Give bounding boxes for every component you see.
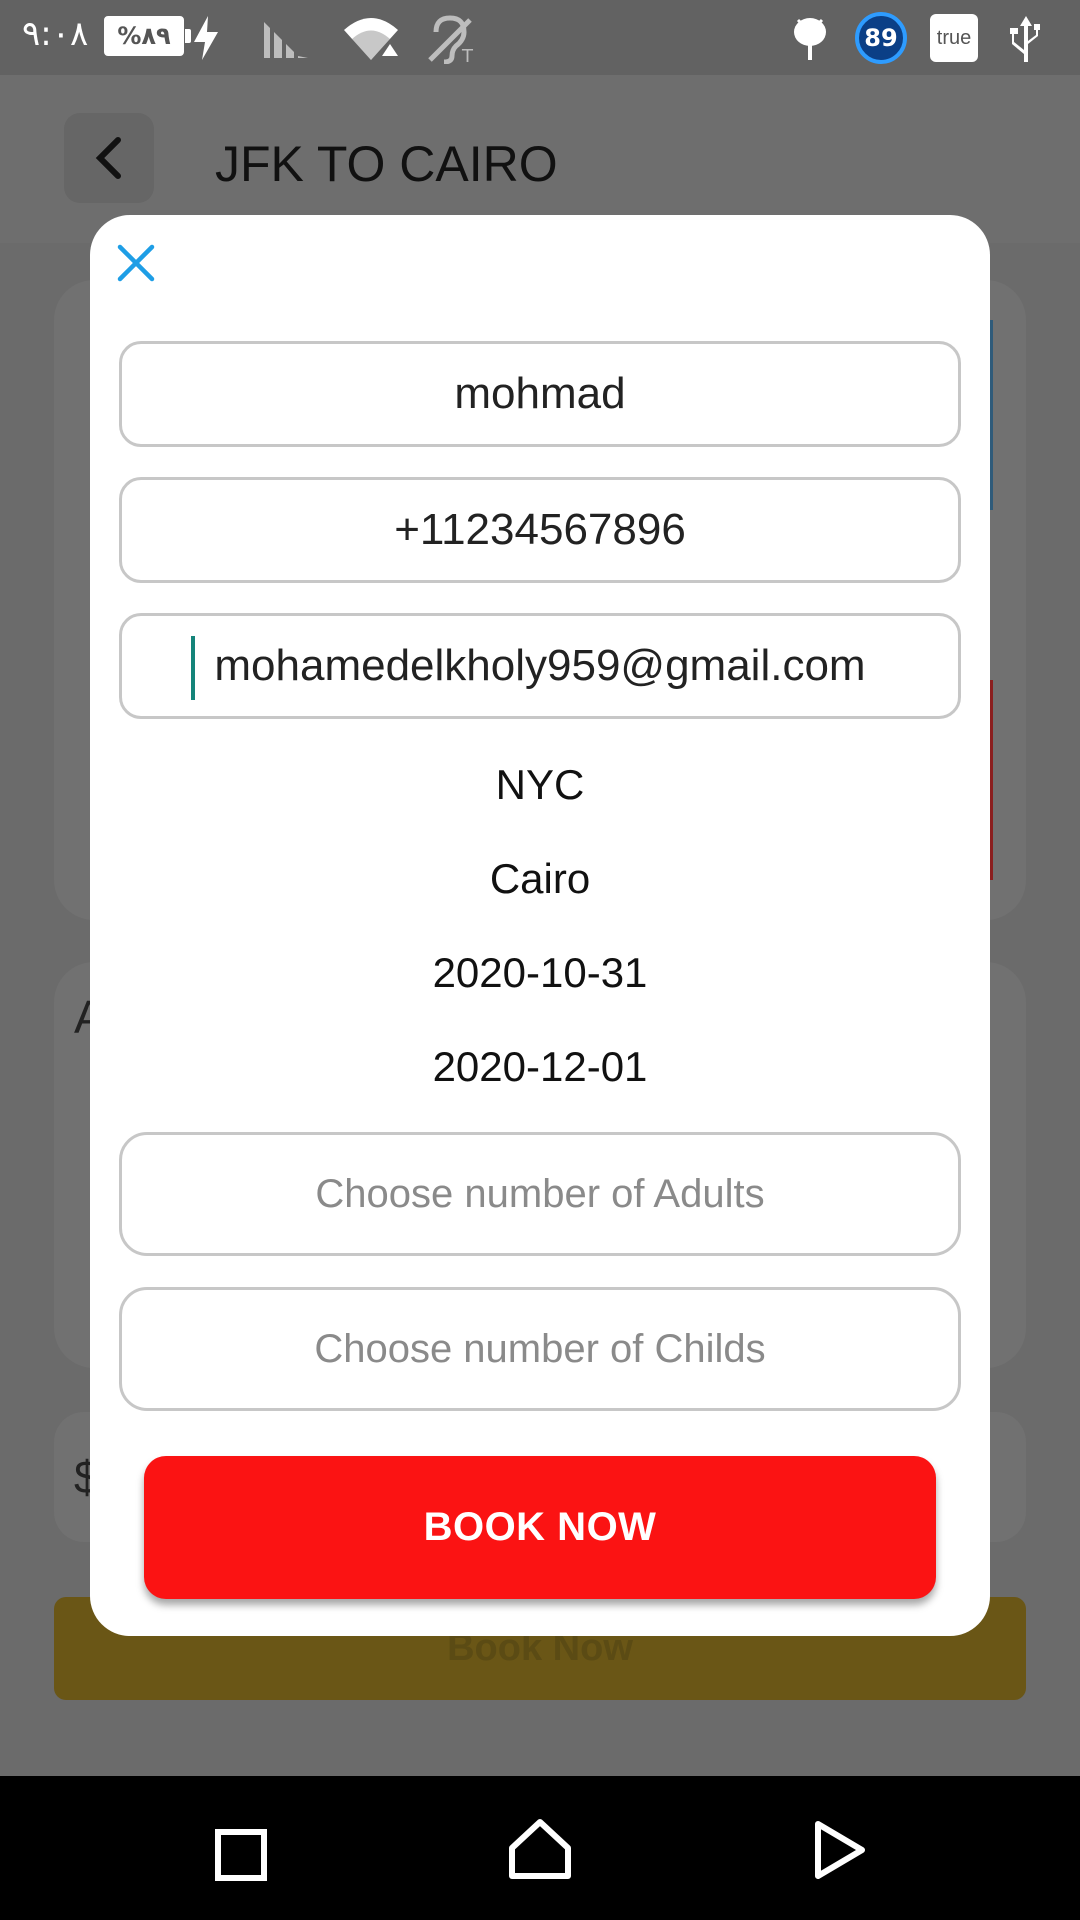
childs-select[interactable]: Choose number of Childs <box>119 1287 961 1411</box>
status-bar: ٩:٠٨ %٨٩ T 89 true <box>0 0 1080 75</box>
android-debug-icon <box>794 18 826 60</box>
wifi-icon <box>344 18 398 60</box>
booking-dialog: NYC Cairo 2020-10-31 2020-12-01 Choose n… <box>90 215 990 1636</box>
book-now-label: BOOK NOW <box>423 1505 657 1549</box>
true-app-icon: true <box>930 14 978 62</box>
name-input[interactable] <box>122 369 958 419</box>
adults-select[interactable]: Choose number of Adults <box>119 1132 961 1256</box>
phone-field[interactable] <box>119 477 961 583</box>
hearing-aid-icon: T <box>428 15 474 64</box>
svg-text:T: T <box>461 46 474 64</box>
battery-icon: %٨٩ <box>104 16 191 56</box>
book-now-button[interactable]: BOOK NOW <box>144 1456 936 1599</box>
notification-count-badge: 89 <box>855 12 907 64</box>
text-cursor <box>191 636 195 700</box>
depart-date: 2020-10-31 <box>432 949 648 996</box>
chevron-left-icon <box>95 137 121 179</box>
name-field[interactable] <box>119 341 961 447</box>
status-time: ٩:٠٨ <box>22 14 89 54</box>
close-icon[interactable] <box>116 243 156 283</box>
charging-bolt-icon <box>194 16 218 60</box>
to-city: Cairo <box>489 855 591 902</box>
recent-apps-icon[interactable] <box>214 1828 268 1882</box>
childs-placeholder: Choose number of Childs <box>314 1326 766 1371</box>
back-triangle-icon[interactable] <box>812 1820 868 1880</box>
page-title: JFK TO CAIRO <box>215 136 558 192</box>
navigation-bar <box>0 1776 1080 1920</box>
phone-input[interactable] <box>122 505 958 555</box>
return-date: 2020-12-01 <box>432 1043 648 1090</box>
usb-icon <box>1010 16 1040 62</box>
home-icon[interactable] <box>508 1818 572 1880</box>
back-button[interactable] <box>64 113 154 203</box>
email-input[interactable] <box>122 641 958 691</box>
adults-placeholder: Choose number of Adults <box>315 1171 765 1216</box>
cell-signal-icon <box>264 22 308 58</box>
email-field[interactable] <box>119 613 961 719</box>
from-city: NYC <box>495 761 585 808</box>
